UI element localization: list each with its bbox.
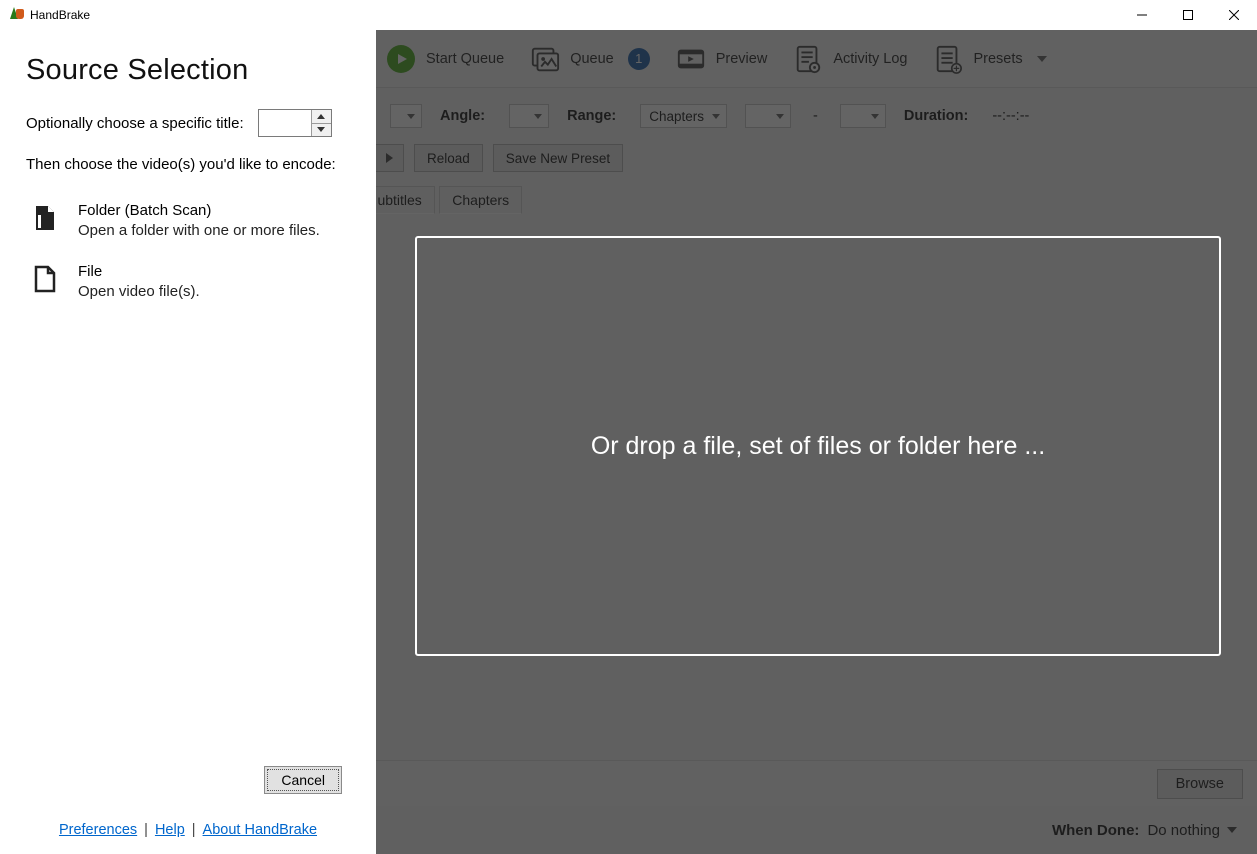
drop-zone-text: Or drop a file, set of files or folder h… — [591, 432, 1045, 461]
save-new-label: Save New Preset — [506, 151, 610, 166]
duration-value: --:--:-- — [992, 108, 1029, 124]
presets-icon — [933, 44, 963, 74]
presets-label: Presets — [973, 51, 1022, 67]
preview-button[interactable]: Preview — [666, 38, 778, 80]
source-selection-title: Source Selection — [26, 54, 350, 87]
open-file-option[interactable]: File Open video file(s). — [26, 254, 350, 309]
file-icon — [30, 262, 60, 301]
spinner-up-button[interactable] — [312, 110, 331, 124]
window-controls — [1119, 0, 1257, 30]
chevron-down-icon — [1037, 56, 1047, 62]
queue-count-badge: 1 — [628, 48, 650, 70]
file-option-sub: Open video file(s). — [78, 282, 200, 302]
angle-label: Angle: — [440, 108, 485, 124]
folder-option-sub: Open a folder with one or more files. — [78, 221, 320, 241]
link-separator: | — [144, 822, 148, 838]
tab-chapters-label: Chapters — [452, 192, 509, 208]
range-label: Range: — [567, 108, 616, 124]
presets-button[interactable]: Presets — [923, 38, 1056, 80]
reload-button[interactable]: Reload — [414, 144, 483, 172]
handbrake-icon — [8, 7, 24, 23]
chevron-down-icon — [1227, 827, 1237, 833]
maximize-button[interactable] — [1165, 0, 1211, 30]
folder-icon — [30, 201, 60, 240]
when-done-label: When Done: — [1052, 822, 1140, 839]
angle-combo[interactable] — [509, 104, 549, 128]
preview-icon — [676, 44, 706, 74]
title-number-input[interactable] — [259, 110, 311, 136]
queue-label: Queue — [570, 51, 614, 67]
browse-label: Browse — [1176, 776, 1224, 792]
title-number-spinner[interactable] — [258, 109, 332, 137]
reload-label: Reload — [427, 151, 470, 166]
cancel-label: Cancel — [281, 772, 325, 788]
close-button[interactable] — [1211, 0, 1257, 30]
chevron-up-icon — [317, 114, 325, 119]
open-folder-option[interactable]: Folder (Batch Scan) Open a folder with o… — [26, 193, 350, 248]
preferences-link[interactable]: Preferences — [59, 822, 137, 838]
when-done-combo[interactable]: Do nothing — [1147, 822, 1237, 839]
range-end-combo[interactable] — [840, 104, 886, 128]
instruction-text: Then choose the video(s) you'd like to e… — [26, 155, 350, 175]
titlebar-left: HandBrake — [0, 7, 90, 23]
range-start-combo[interactable] — [745, 104, 791, 128]
source-selection-panel: Source Selection Optionally choose a spe… — [0, 30, 376, 854]
footer-links: Preferences | Help | About HandBrake — [26, 822, 350, 854]
title-selector-row: Optionally choose a specific title: — [26, 109, 350, 137]
tab-chapters[interactable]: Chapters — [439, 186, 522, 214]
preview-label: Preview — [716, 51, 768, 67]
preset-expand-button[interactable] — [374, 144, 404, 172]
activity-log-icon — [793, 44, 823, 74]
cancel-button[interactable]: Cancel — [264, 766, 342, 794]
title-hint-label: Optionally choose a specific title: — [26, 115, 244, 132]
browse-button[interactable]: Browse — [1157, 769, 1243, 799]
duration-label: Duration: — [904, 108, 968, 124]
tab-subtitles-label: ubtitles — [377, 192, 421, 208]
activity-log-label: Activity Log — [833, 51, 907, 67]
when-done-value: Do nothing — [1147, 822, 1220, 839]
help-link[interactable]: Help — [155, 822, 185, 838]
play-icon — [386, 44, 416, 74]
range-type-combo[interactable]: Chapters — [640, 104, 727, 128]
title-combo[interactable] — [390, 104, 422, 128]
activity-log-button[interactable]: Activity Log — [783, 38, 917, 80]
range-dash: - — [813, 108, 818, 124]
range-value: Chapters — [649, 109, 704, 124]
about-link[interactable]: About HandBrake — [203, 822, 317, 838]
minimize-button[interactable] — [1119, 0, 1165, 30]
folder-option-title: Folder (Batch Scan) — [78, 201, 320, 221]
queue-button[interactable]: Queue 1 — [520, 38, 660, 80]
link-separator: | — [192, 822, 196, 838]
spinner-down-button[interactable] — [312, 124, 331, 137]
save-new-preset-button[interactable]: Save New Preset — [493, 144, 623, 172]
start-queue-label: Start Queue — [426, 51, 504, 67]
drop-zone[interactable]: Or drop a file, set of files or folder h… — [415, 236, 1221, 656]
app-title: HandBrake — [30, 8, 90, 22]
chevron-down-icon — [317, 127, 325, 132]
queue-icon — [530, 44, 560, 74]
file-option-title: File — [78, 262, 200, 282]
start-queue-button[interactable]: Start Queue — [376, 38, 514, 80]
titlebar: HandBrake — [0, 0, 1257, 30]
